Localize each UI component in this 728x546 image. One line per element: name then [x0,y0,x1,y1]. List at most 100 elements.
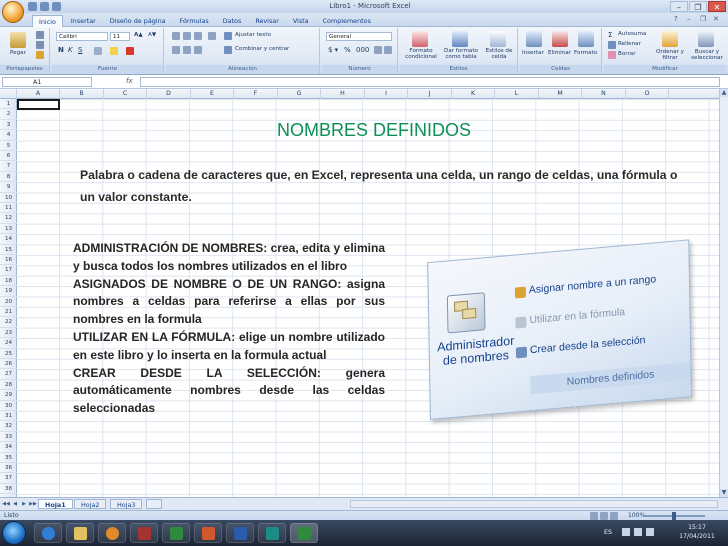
currency-button[interactable]: $ ▾ [328,46,338,54]
autosum-button[interactable]: Autosuma [618,31,646,37]
row-header[interactable]: 6 [0,151,17,162]
row-header[interactable]: 28 [0,380,17,391]
column-header[interactable]: K [452,89,495,99]
insert-cells-icon[interactable] [526,31,542,47]
align-center-icon[interactable] [183,46,191,54]
sort-filter-button[interactable]: Ordenar y filtrar [654,49,686,61]
delete-cells-button[interactable]: Eliminar [548,50,571,56]
sheet-tab-hoja2[interactable]: Hoja2 [74,499,107,509]
column-header[interactable]: J [408,89,452,99]
row-header[interactable]: 9 [0,182,17,193]
row-header[interactable]: 31 [0,411,17,422]
insert-cells-button[interactable]: Insertar [522,50,544,56]
column-header[interactable]: L [495,89,539,99]
next-sheet-icon[interactable]: ▶ [20,500,28,508]
sheet-tab-hoja3[interactable]: Hoja3 [110,499,143,509]
conditional-format-button[interactable]: Formato condicional [402,48,440,60]
align-top-icon[interactable] [172,32,180,40]
taskbar-app-excel[interactable] [162,523,190,543]
select-all-corner[interactable] [0,89,17,99]
align-right-icon[interactable] [194,46,202,54]
row-header[interactable]: 19 [0,286,17,297]
cell-styles-icon[interactable] [490,31,506,47]
row-header[interactable]: 18 [0,276,17,287]
paste-button[interactable]: Pegar [10,50,26,56]
vertical-scrollbar[interactable]: ▲ ▼ [719,89,728,497]
scroll-up-icon[interactable]: ▲ [720,89,728,97]
row-header[interactable]: 22 [0,317,17,328]
align-left-icon[interactable] [172,46,180,54]
delete-cells-icon[interactable] [552,31,568,47]
row-header[interactable]: 17 [0,265,17,276]
orientation-icon[interactable] [208,32,216,40]
row-header[interactable]: 37 [0,473,17,484]
find-select-icon[interactable] [698,31,714,47]
tab-insertar[interactable]: Insertar [65,15,102,27]
tab-revisar[interactable]: Revisar [249,15,285,27]
sort-filter-icon[interactable] [662,31,678,47]
normal-view-icon[interactable] [590,512,598,520]
column-header[interactable]: B [60,89,104,99]
percent-button[interactable]: % [344,46,351,54]
row-header[interactable]: 23 [0,328,17,339]
insert-sheet-icon[interactable] [146,499,162,509]
row-header[interactable]: 24 [0,338,17,349]
close-button[interactable]: ✕ [708,1,726,12]
number-format-combo[interactable]: General [326,32,392,41]
workbook-minimize-icon[interactable]: – [687,15,696,24]
row-header[interactable]: 11 [0,203,17,214]
column-header[interactable]: D [147,89,191,99]
column-header[interactable]: I [365,89,408,99]
column-header[interactable]: G [278,89,321,99]
taskbar-app-access[interactable] [130,523,158,543]
column-header[interactable]: F [234,89,278,99]
row-header[interactable]: 27 [0,369,17,380]
increase-decimal-icon[interactable] [374,46,382,54]
row-header[interactable]: 32 [0,421,17,432]
clear-icon[interactable] [608,51,616,59]
row-header[interactable]: 20 [0,297,17,307]
cell-styles-button[interactable]: Estilos de celda [482,48,516,60]
grow-font-icon[interactable]: A▲ [134,32,143,38]
thousands-button[interactable]: 000 [356,46,369,54]
taskbar-app-explorer[interactable] [66,523,94,543]
column-header[interactable]: C [104,89,147,99]
taskbar-app-media[interactable] [98,523,126,543]
taskbar-app-excel-active[interactable] [290,523,318,543]
tab-formulas[interactable]: Fórmulas [174,15,215,27]
row-header[interactable]: 2 [0,109,17,120]
borders-icon[interactable] [94,47,102,55]
row-header[interactable]: 21 [0,307,17,318]
fill-icon[interactable] [608,41,616,49]
row-header[interactable]: 5 [0,141,17,151]
tab-vista[interactable]: Vista [287,15,315,27]
tray-volume-icon[interactable] [634,528,642,536]
first-sheet-icon[interactable]: ◀◀ [2,500,10,508]
zoom-slider-thumb[interactable] [672,512,676,520]
name-box[interactable]: A1 [2,77,92,87]
row-header[interactable]: 10 [0,193,17,203]
row-header[interactable]: 12 [0,213,17,224]
tray-flag-icon[interactable] [646,528,654,536]
column-header[interactable]: E [191,89,234,99]
active-cell[interactable] [17,99,60,110]
column-header[interactable]: O [626,89,669,99]
row-header[interactable]: 26 [0,359,17,370]
formula-input[interactable] [140,77,720,87]
align-bottom-icon[interactable] [194,32,202,40]
redo-icon[interactable] [52,2,61,11]
prev-sheet-icon[interactable]: ◀ [11,500,19,508]
find-select-button[interactable]: Buscar y seleccionar [688,49,726,61]
column-header[interactable]: M [539,89,582,99]
row-header[interactable]: 1 [0,99,17,110]
defined-names-image[interactable]: Administrador de nombres Asignar nombre … [427,239,692,420]
font-color-icon[interactable] [126,47,134,55]
paste-icon[interactable] [10,32,26,48]
horizontal-scrollbar[interactable] [350,500,718,508]
row-header[interactable]: 35 [0,453,17,463]
tray-network-icon[interactable] [622,528,630,536]
taskbar-app-publisher[interactable] [258,523,286,543]
bold-button[interactable]: N [58,46,64,54]
row-header[interactable]: 15 [0,245,17,255]
undo-icon[interactable] [40,2,49,11]
